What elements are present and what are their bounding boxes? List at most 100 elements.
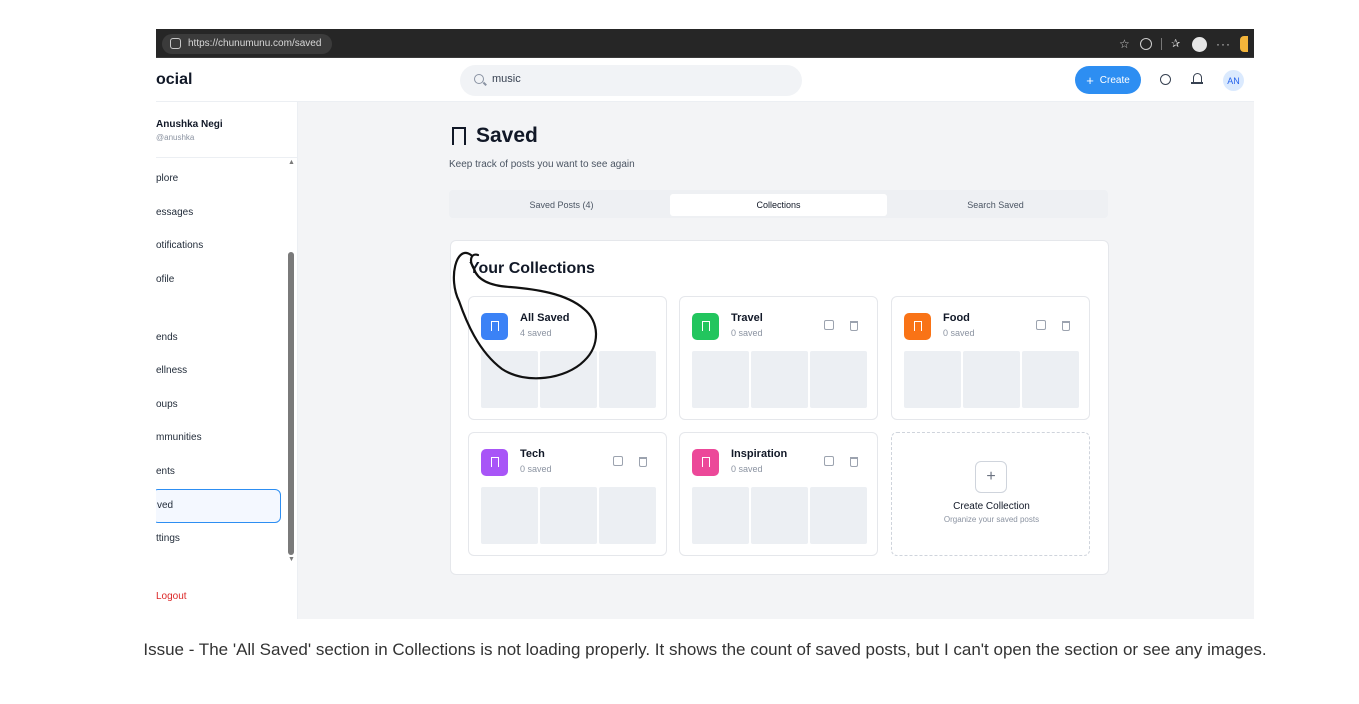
create-collection-subtitle: Organize your saved posts bbox=[943, 515, 1040, 524]
search-value: music bbox=[492, 73, 521, 85]
create-button[interactable]: + Create bbox=[1075, 66, 1141, 94]
trash-icon[interactable] bbox=[639, 457, 647, 467]
collection-card-all-saved[interactable]: All Saved 4 saved bbox=[468, 296, 667, 420]
trash-icon[interactable] bbox=[850, 321, 858, 331]
create-collection-title: Create Collection bbox=[953, 501, 1030, 512]
preview-thumbnail bbox=[540, 487, 597, 544]
sidebar-item-friends[interactable]: ends bbox=[156, 332, 178, 343]
bookmark-icon bbox=[904, 313, 931, 340]
sidebar-item-notifications[interactable]: otifications bbox=[156, 240, 203, 251]
avatar[interactable]: AN bbox=[1223, 70, 1244, 91]
preview-thumbnail bbox=[481, 351, 538, 408]
preview-thumbnail bbox=[1022, 351, 1079, 408]
main-content: Saved Keep track of posts you want to se… bbox=[298, 102, 1254, 619]
preview-thumbnail bbox=[481, 487, 538, 544]
user-name[interactable]: Anushka Negi bbox=[156, 119, 223, 130]
sidebar-item-settings[interactable]: ttings bbox=[156, 533, 180, 544]
refresh-icon[interactable] bbox=[1140, 38, 1152, 50]
sidebar-scrollbar[interactable] bbox=[288, 252, 294, 555]
bookmark-icon bbox=[481, 313, 508, 340]
tab-collections[interactable]: Collections bbox=[670, 194, 887, 216]
favorites-icon[interactable]: ✰ bbox=[1171, 38, 1183, 50]
collections-heading: Your Collections bbox=[469, 260, 595, 277]
edit-icon[interactable] bbox=[1036, 320, 1046, 330]
preview-thumbnail bbox=[692, 351, 749, 408]
preview-thumbnail bbox=[751, 487, 808, 544]
collection-preview bbox=[481, 487, 656, 544]
collection-name: Food bbox=[943, 312, 970, 324]
collection-card-tech[interactable]: Tech 0 saved bbox=[468, 432, 667, 556]
scroll-up-arrow-icon[interactable]: ▲ bbox=[288, 159, 295, 166]
create-button-label: Create bbox=[1099, 74, 1130, 86]
edit-icon[interactable] bbox=[824, 320, 834, 330]
preview-thumbnail bbox=[599, 351, 656, 408]
plus-icon: + bbox=[1086, 72, 1094, 88]
collection-name: Tech bbox=[520, 448, 545, 460]
site-info-icon[interactable] bbox=[170, 38, 181, 49]
scroll-down-arrow-icon[interactable]: ▼ bbox=[288, 556, 295, 563]
collection-card-food[interactable]: Food 0 saved bbox=[891, 296, 1090, 420]
collection-name: Inspiration bbox=[731, 448, 788, 460]
sidebar-item-profile[interactable]: ofile bbox=[156, 274, 174, 285]
sidebar-item-communities[interactable]: mmunities bbox=[156, 432, 202, 443]
chat-icon[interactable] bbox=[1160, 74, 1171, 85]
collection-count: 0 saved bbox=[520, 464, 552, 474]
saved-tabs: Saved Posts (4) Collections Search Saved bbox=[449, 190, 1108, 218]
address-bar[interactable]: https://chunumunu.com/saved bbox=[162, 34, 332, 54]
bookmark-icon bbox=[481, 449, 508, 476]
collection-count: 0 saved bbox=[731, 328, 763, 338]
edit-icon[interactable] bbox=[824, 456, 834, 466]
trash-icon[interactable] bbox=[850, 457, 858, 467]
brand-logo[interactable]: ocial bbox=[156, 71, 192, 89]
collection-name: Travel bbox=[731, 312, 763, 324]
page-header: Saved bbox=[452, 124, 538, 148]
tab-search-saved[interactable]: Search Saved bbox=[887, 194, 1104, 216]
issue-caption: Issue - The 'All Saved' section in Colle… bbox=[143, 640, 1267, 659]
preview-thumbnail bbox=[692, 487, 749, 544]
preview-thumbnail bbox=[810, 487, 867, 544]
preview-thumbnail bbox=[751, 351, 808, 408]
collection-preview bbox=[692, 351, 867, 408]
sidebar: Anushka Negi @anushka ▲ plore essages ot… bbox=[156, 102, 298, 619]
bookmark-icon bbox=[452, 127, 466, 147]
user-handle: @anushka bbox=[156, 133, 195, 142]
preview-thumbnail bbox=[904, 351, 961, 408]
preview-thumbnail bbox=[540, 351, 597, 408]
browser-toolbar: https://chunumunu.com/saved ☆ ✰ ··· bbox=[156, 29, 1254, 58]
sidebar-item-explore[interactable]: plore bbox=[156, 173, 178, 184]
collection-preview bbox=[692, 487, 867, 544]
copilot-icon[interactable] bbox=[1240, 36, 1248, 52]
search-input[interactable]: music bbox=[460, 65, 802, 96]
more-options-icon[interactable]: ··· bbox=[1216, 38, 1231, 50]
sidebar-item-label: ved bbox=[157, 500, 174, 511]
bookmark-icon bbox=[692, 449, 719, 476]
create-collection-card[interactable]: + Create Collection Organize your saved … bbox=[891, 432, 1090, 556]
bell-icon[interactable] bbox=[1191, 73, 1203, 84]
sidebar-divider bbox=[156, 157, 298, 158]
preview-thumbnail bbox=[599, 487, 656, 544]
edit-icon[interactable] bbox=[613, 456, 623, 466]
sidebar-item-events[interactable]: ents bbox=[156, 466, 175, 477]
collection-card-travel[interactable]: Travel 0 saved bbox=[679, 296, 878, 420]
collection-preview bbox=[481, 351, 656, 408]
collection-count: 4 saved bbox=[520, 328, 552, 338]
favorite-star-icon[interactable]: ☆ bbox=[1119, 38, 1131, 50]
tab-saved-posts[interactable]: Saved Posts (4) bbox=[453, 194, 670, 216]
collection-name: All Saved bbox=[520, 312, 570, 324]
collection-preview bbox=[904, 351, 1079, 408]
plus-icon: + bbox=[975, 461, 1007, 493]
address-bar-url: https://chunumunu.com/saved bbox=[188, 38, 322, 49]
logout-button[interactable]: Logout bbox=[156, 591, 187, 602]
sidebar-item-messages[interactable]: essages bbox=[156, 207, 193, 218]
preview-thumbnail bbox=[963, 351, 1020, 408]
collection-card-inspiration[interactable]: Inspiration 0 saved bbox=[679, 432, 878, 556]
page-title: Saved bbox=[476, 124, 538, 147]
page-subtitle: Keep track of posts you want to see agai… bbox=[449, 159, 635, 170]
sidebar-item-wellness[interactable]: ellness bbox=[156, 365, 187, 376]
sidebar-item-groups[interactable]: oups bbox=[156, 399, 178, 410]
sidebar-item-saved[interactable]: ved bbox=[156, 489, 281, 523]
bookmark-icon bbox=[692, 313, 719, 340]
app-header: ocial music + Create AN bbox=[156, 58, 1254, 102]
browser-profile-icon[interactable] bbox=[1192, 36, 1207, 52]
trash-icon[interactable] bbox=[1062, 321, 1070, 331]
